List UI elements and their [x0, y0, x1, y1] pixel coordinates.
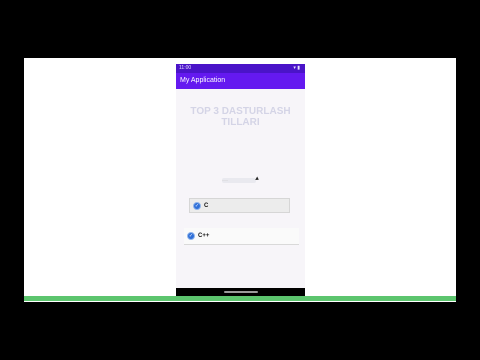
- check-icon[interactable]: ✓: [187, 232, 195, 240]
- check-icon[interactable]: ✓: [193, 201, 201, 210]
- option-label: C: [204, 202, 209, 209]
- option-c[interactable]: ✓ C: [189, 198, 290, 213]
- option-label: C++: [198, 233, 210, 239]
- status-time: 11:00: [179, 65, 192, 71]
- phone-screen: 11:00 ▾ ▮ My Application TOP 3 DASTURLAS…: [176, 64, 305, 296]
- heading-line-2: TILLARI: [221, 117, 260, 128]
- app-title: My Application: [180, 77, 226, 84]
- home-indicator[interactable]: [224, 291, 258, 293]
- status-bar: 11:00 ▾ ▮: [176, 64, 305, 73]
- app-bar: My Application: [176, 73, 305, 89]
- mouse-cursor-icon: [255, 176, 260, 182]
- navigation-bar: [176, 288, 305, 296]
- status-icons: ▾ ▮: [293, 65, 300, 71]
- option-cpp[interactable]: ✓ C++: [184, 228, 299, 245]
- text-input[interactable]: ------: [222, 178, 256, 183]
- page-heading: TOP 3 DASTURLASH TILLARI: [176, 106, 305, 128]
- playback-progress-bar[interactable]: [24, 296, 456, 301]
- heading-line-1: TOP 3 DASTURLASH: [190, 106, 291, 117]
